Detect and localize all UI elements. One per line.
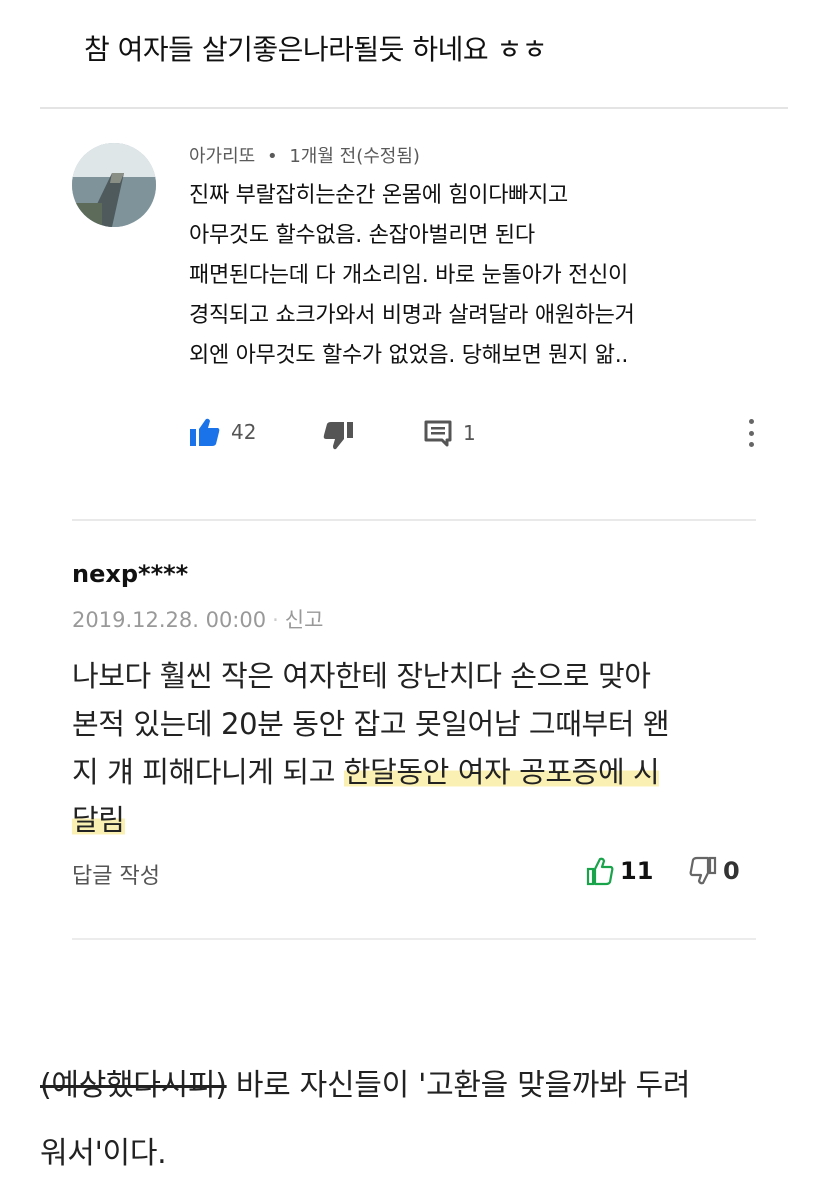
meta-separator: · <box>272 608 279 632</box>
comment-line: 패면된다는데 다 개소리임. 바로 눈돌아가 전신이 <box>189 263 628 288</box>
avatar-image <box>72 143 156 227</box>
reply-icon <box>424 420 452 447</box>
highlighted-text: 한달동안 여자 공포증에 시 <box>343 755 660 789</box>
strikethrough-text: (예상했다시피) <box>40 1068 227 1103</box>
dot <box>749 430 754 436</box>
comment-line: 본적 있는데 20분 동안 잡고 못일어남 그때부터 왠 <box>72 707 670 741</box>
comment-nickname[interactable]: nexp**** <box>72 560 188 588</box>
comment-date-row: 2019.12.28. 00:00 · 신고 <box>72 604 323 634</box>
comment-text-plain: 지 걔 피해다니게 되고 <box>72 755 344 789</box>
write-reply-button[interactable]: 답글 작성 <box>72 858 160 890</box>
thumbs-up-outline-icon <box>586 857 614 886</box>
comment-actions: 42 1 <box>189 417 769 451</box>
caption-text-line2: 워서'이다. <box>40 1136 167 1171</box>
thumbs-down-outline-icon <box>689 856 717 885</box>
dot <box>749 419 754 424</box>
dislike-button[interactable] <box>322 421 354 451</box>
comment-text: 나보다 훨씬 작은 여자한테 장난치다 손으로 맞아 본적 있는데 20분 동안… <box>72 652 762 844</box>
user-avatar[interactable] <box>72 143 156 227</box>
more-icon[interactable] <box>749 419 755 447</box>
like-button[interactable]: 11 <box>586 856 653 886</box>
meta-separator: • <box>266 146 278 167</box>
comment-line: 아무것도 할수없음. 손잡아벌리면 된다 <box>189 223 535 248</box>
comment-time: 1개월 전(수정됨) <box>289 146 420 167</box>
highlighted-text: 달림 <box>72 803 125 837</box>
like-count: 42 <box>231 420 257 444</box>
comment-line: 달림 <box>72 796 762 844</box>
divider <box>40 107 788 109</box>
comment-text: 진짜 부랄잡히는순간 온몸에 힘이다빠지고 아무것도 할수없음. 손잡아벌리면 … <box>189 176 769 376</box>
dot <box>749 442 754 447</box>
comment-date: 2019.12.28. 00:00 <box>72 608 267 632</box>
caption-text: (예상했다시피) 바로 자신들이 '고환을 맞을까봐 두려 워서'이다. <box>40 1052 800 1177</box>
comment-meta: 아가리또 • 1개월 전(수정됨) <box>189 142 420 168</box>
divider <box>72 938 756 940</box>
like-button[interactable]: 42 <box>189 417 256 447</box>
like-count: 11 <box>620 857 654 885</box>
thumbs-up-icon <box>190 418 220 446</box>
comment-line: 지 걔 피해다니게 되고 한달동안 여자 공포증에 시 <box>72 748 762 796</box>
thumbs-down-icon <box>323 422 353 450</box>
reply-button[interactable]: 1 <box>423 418 476 448</box>
dislike-count: 0 <box>723 857 740 885</box>
dislike-button[interactable]: 0 <box>689 856 740 886</box>
youtube-comment: 아가리또 • 1개월 전(수정됨) 진짜 부랄잡히는순간 온몸에 힘이다빠지고 … <box>72 140 772 510</box>
comment-line: 나보다 훨씬 작은 여자한테 장난치다 손으로 맞아 <box>72 659 651 693</box>
comment-line: 진짜 부랄잡히는순간 온몸에 힘이다빠지고 <box>189 183 569 208</box>
comment-author[interactable]: 아가리또 <box>189 146 255 167</box>
post-headline: 참 여자들 살기좋은나라될듯 하네요 ㅎㅎ <box>84 33 548 66</box>
comment-footer: 답글 작성 11 0 <box>72 856 752 890</box>
comment-line: 경직되고 쇼크가와서 비명과 살려달라 애원하는거 <box>189 303 635 328</box>
caption-text-line1: 바로 자신들이 '고환을 맞을까봐 두려 <box>226 1068 691 1103</box>
report-link[interactable]: 신고 <box>285 608 324 632</box>
divider <box>72 519 756 521</box>
comment-line: 외엔 아무것도 할수가 없었음. 당해보면 뭔지 앎.. <box>189 343 629 368</box>
reply-count: 1 <box>463 421 476 445</box>
